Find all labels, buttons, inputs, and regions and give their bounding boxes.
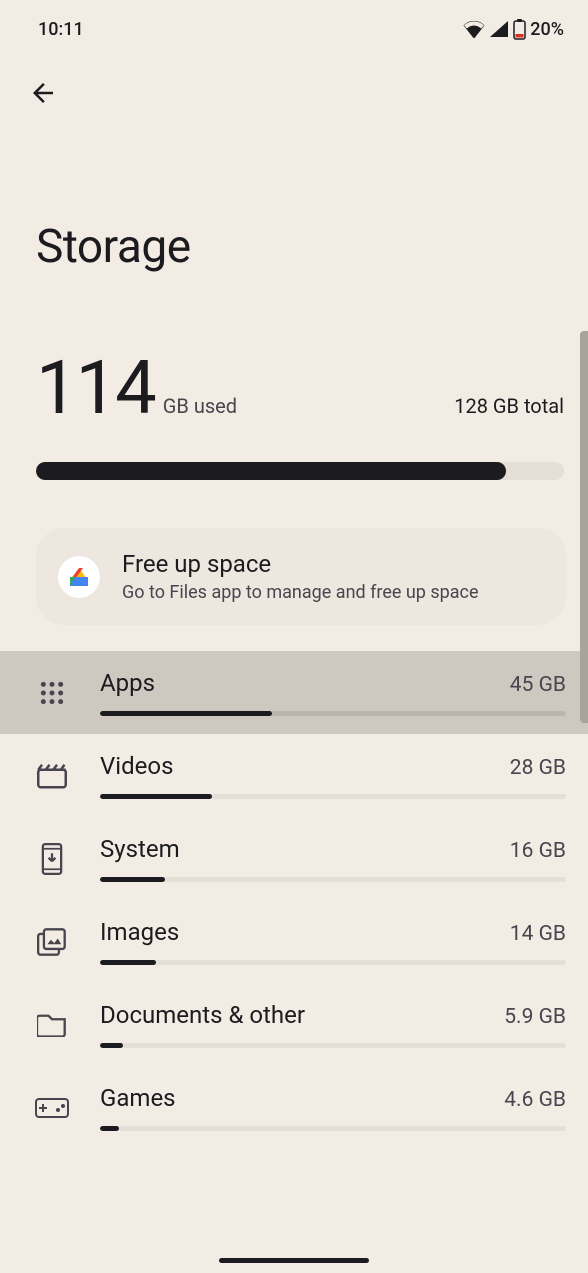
category-bar [100, 711, 566, 716]
page-title: Storage [0, 122, 588, 294]
battery-icon [513, 18, 526, 40]
scrollbar[interactable] [580, 331, 588, 723]
category-bar-fill [100, 794, 212, 799]
back-icon[interactable] [28, 78, 58, 108]
total-value: 128 GB total [454, 394, 564, 418]
category-images[interactable]: Images 14 GB [0, 900, 588, 983]
nav-bar [0, 48, 588, 122]
category-apps[interactable]: Apps 45 GB [0, 651, 588, 734]
nav-handle[interactable] [219, 1258, 369, 1263]
category-bar-fill [100, 1126, 119, 1131]
category-name: System [100, 835, 180, 863]
storage-total-bar-fill [36, 462, 506, 480]
free-up-space-card[interactable]: Free up space Go to Files app to manage … [36, 528, 566, 625]
category-bar-fill [100, 877, 165, 882]
games-icon [32, 1098, 72, 1118]
category-bar [100, 794, 566, 799]
category-size: 16 GB [510, 839, 566, 863]
system-icon [32, 843, 72, 875]
wifi-icon [463, 20, 485, 38]
category-name: Images [100, 918, 179, 946]
category-system[interactable]: System 16 GB [0, 817, 588, 900]
category-bar [100, 1126, 566, 1131]
category-games[interactable]: Games 4.6 GB [0, 1066, 588, 1149]
category-bar [100, 1043, 566, 1048]
category-name: Videos [100, 752, 173, 780]
used-value: 114 [36, 352, 155, 426]
category-size: 5.9 GB [504, 1005, 566, 1029]
category-bar [100, 877, 566, 882]
cellular-icon [489, 20, 509, 38]
category-name: Games [100, 1084, 176, 1112]
images-icon [32, 928, 72, 956]
category-size: 14 GB [510, 922, 566, 946]
category-folder[interactable]: Documents & other 5.9 GB [0, 983, 588, 1066]
category-bar-fill [100, 711, 272, 716]
category-bar [100, 960, 566, 965]
status-bar: 10:11 20% [0, 0, 588, 48]
folder-icon [32, 1013, 72, 1037]
category-size: 28 GB [510, 756, 566, 780]
category-name: Apps [100, 669, 155, 697]
category-size: 4.6 GB [504, 1088, 566, 1112]
category-bar-fill [100, 960, 156, 965]
card-subtitle: Go to Files app to manage and free up sp… [122, 582, 479, 603]
category-bar-fill [100, 1043, 123, 1048]
category-size: 45 GB [510, 673, 566, 697]
apps-icon [32, 680, 72, 706]
storage-total-bar [36, 462, 564, 480]
status-right: 20% [463, 18, 564, 40]
storage-usage: 114 GB used 128 GB total [0, 294, 588, 490]
used-unit: GB used [163, 394, 237, 418]
categories-list: Apps 45 GB Videos 28 GB System 16 GB Images… [0, 649, 588, 1149]
category-name: Documents & other [100, 1001, 305, 1029]
files-app-icon [58, 556, 100, 598]
status-time: 10:11 [38, 19, 84, 40]
card-title: Free up space [122, 550, 479, 578]
movie-icon [32, 763, 72, 789]
status-battery-pct: 20% [530, 19, 564, 40]
category-movie[interactable]: Videos 28 GB [0, 734, 588, 817]
